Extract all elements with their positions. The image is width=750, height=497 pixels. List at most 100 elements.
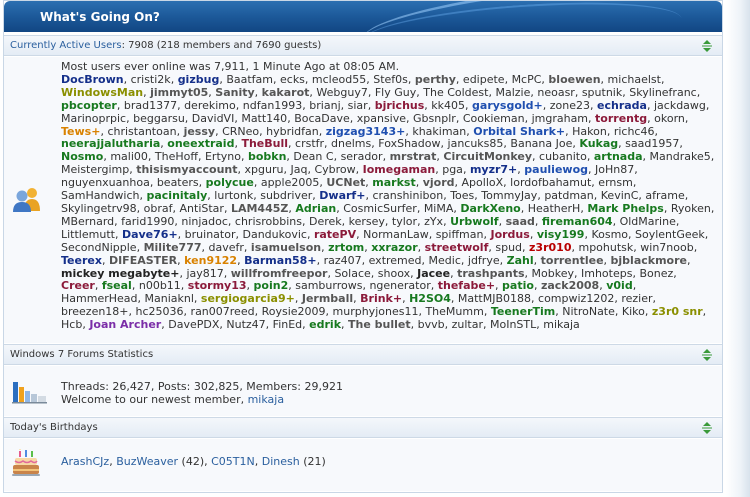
online-user-link[interactable]: KevinC: [601, 189, 639, 202]
online-user-link[interactable]: apple2005: [261, 176, 320, 189]
online-user-link[interactable]: Bonez: [639, 267, 673, 280]
collapse-icon[interactable]: [700, 421, 714, 435]
online-user-link[interactable]: christantoan: [107, 125, 176, 138]
online-user-link[interactable]: ApolloX: [462, 176, 504, 189]
online-user-link[interactable]: willfromfreepor: [231, 267, 328, 280]
online-user-link[interactable]: Jaq: [290, 163, 307, 176]
online-user-link[interactable]: Stef0s: [373, 73, 408, 86]
online-user-link[interactable]: Hakon: [572, 125, 607, 138]
online-user-link[interactable]: bruinator: [185, 228, 236, 241]
online-user-link[interactable]: Adrian: [295, 202, 336, 215]
online-user-link[interactable]: patio: [502, 279, 534, 292]
online-user-link[interactable]: TommyJay: [481, 189, 537, 202]
online-user-link[interactable]: Roysie2009: [262, 305, 326, 318]
online-user-link[interactable]: Cookieman: [463, 112, 525, 125]
online-user-link[interactable]: kk405: [431, 99, 465, 112]
online-user-link[interactable]: Nutz47: [226, 318, 265, 331]
online-user-link[interactable]: visy199: [537, 228, 585, 241]
online-user-link[interactable]: jay817: [186, 267, 223, 280]
online-user-link[interactable]: SecondNipple: [61, 241, 137, 254]
online-user-link[interactable]: DIFEASTER: [109, 254, 177, 267]
online-user-link[interactable]: UCNet: [326, 176, 365, 189]
online-user-link[interactable]: win7noob: [640, 241, 693, 254]
online-user-link[interactable]: xpguru: [245, 163, 284, 176]
online-user-link[interactable]: NormanLaw: [363, 228, 429, 241]
online-user-link[interactable]: samburrows: [295, 279, 362, 292]
online-user-link[interactable]: OldMarine: [620, 215, 676, 228]
online-user-link[interactable]: oneextraid: [167, 137, 234, 150]
online-user-link[interactable]: Hcb: [61, 318, 82, 331]
newest-member-link[interactable]: mikaja: [248, 393, 285, 406]
online-user-link[interactable]: garysgold+: [472, 99, 543, 112]
online-user-link[interactable]: khakiman: [412, 125, 466, 138]
online-user-link[interactable]: mcleod55: [312, 73, 366, 86]
online-user-link[interactable]: hybridfan: [266, 125, 319, 138]
online-user-link[interactable]: Ryoken: [671, 202, 711, 215]
online-user-link[interactable]: Skylingetrv98: [61, 202, 137, 215]
online-user-link[interactable]: Imhoteps: [581, 267, 632, 280]
birthday-member-link[interactable]: Dinesh: [262, 455, 300, 468]
online-user-link[interactable]: cubanito: [539, 150, 587, 163]
online-user-link[interactable]: Webguy7: [316, 86, 367, 99]
online-user-link[interactable]: xpansive: [357, 112, 406, 125]
online-user-link[interactable]: Sanity: [215, 86, 254, 99]
online-user-link[interactable]: streetwolf: [425, 241, 489, 254]
online-user-link[interactable]: pbcopter: [61, 99, 117, 112]
online-user-link[interactable]: patdman: [544, 189, 593, 202]
online-user-link[interactable]: ran007reed: [191, 305, 255, 318]
online-user-link[interactable]: sputnik: [582, 86, 622, 99]
online-user-link[interactable]: Kiko: [622, 305, 645, 318]
online-user-link[interactable]: Skylinefranc: [629, 86, 696, 99]
online-user-link[interactable]: mrstrat: [390, 150, 437, 163]
online-user-link[interactable]: fseal: [102, 279, 132, 292]
online-user-link[interactable]: SoylentGeek: [635, 228, 705, 241]
online-user-link[interactable]: FinEd: [273, 318, 303, 331]
online-user-link[interactable]: mickey megabyte+: [61, 267, 179, 280]
online-user-link[interactable]: Marinoprpic: [61, 112, 126, 125]
online-user-link[interactable]: The Coldest: [423, 86, 488, 99]
online-user-link[interactable]: lurtonk: [214, 189, 253, 202]
online-user-link[interactable]: torrentg: [595, 112, 647, 125]
online-user-link[interactable]: ndfan1993: [243, 99, 303, 112]
online-user-link[interactable]: TheHoff: [155, 150, 198, 163]
online-user-link[interactable]: spud: [495, 241, 522, 254]
online-user-link[interactable]: LAM445Z: [231, 202, 288, 215]
online-user-link[interactable]: Solace: [334, 267, 370, 280]
online-user-link[interactable]: bobkn: [248, 150, 286, 163]
online-user-link[interactable]: mali00: [110, 150, 148, 163]
online-user-link[interactable]: ken9122: [184, 254, 237, 267]
birthday-member-link[interactable]: ArashCJz: [61, 455, 109, 468]
online-user-link[interactable]: Fly Guy: [375, 86, 416, 99]
online-user-link[interactable]: kakarot: [262, 86, 310, 99]
online-user-link[interactable]: SamHandwich: [61, 189, 139, 202]
online-user-link[interactable]: Tews+: [61, 125, 100, 138]
online-user-link[interactable]: Orbital Shark+: [473, 125, 565, 138]
online-user-link[interactable]: breezen18+: [61, 305, 129, 318]
online-user-link[interactable]: Jacee: [417, 267, 450, 280]
online-user-link[interactable]: Kukag: [579, 137, 618, 150]
online-user-link[interactable]: beaters: [157, 176, 199, 189]
online-user-link[interactable]: Zahl: [507, 254, 534, 267]
online-user-link[interactable]: HeatherH: [528, 202, 581, 215]
online-user-link[interactable]: Littlemutt: [61, 228, 115, 241]
online-user-link[interactable]: Malzie: [495, 86, 530, 99]
online-user-link[interactable]: echrada: [597, 99, 647, 112]
online-user-link[interactable]: derekimo: [184, 99, 236, 112]
online-user-link[interactable]: H2SO4: [409, 292, 451, 305]
online-user-link[interactable]: Maniaknl: [145, 292, 194, 305]
online-user-link[interactable]: hc25036: [136, 305, 184, 318]
online-user-link[interactable]: zigzag3143+: [326, 125, 406, 138]
online-user-link[interactable]: neerajjalutharia: [61, 137, 160, 150]
online-user-link[interactable]: dnelms: [331, 137, 371, 150]
online-user-link[interactable]: MattMJB0188: [458, 292, 531, 305]
online-user-link[interactable]: pacinitaly: [146, 189, 207, 202]
online-user-link[interactable]: myzr7+: [470, 163, 517, 176]
online-user-link[interactable]: Baatfam: [226, 73, 273, 86]
collapse-icon[interactable]: [700, 39, 714, 53]
online-user-link[interactable]: tylor: [392, 215, 417, 228]
online-user-link[interactable]: MBernard: [61, 215, 114, 228]
online-user-link[interactable]: chrisrobbins: [235, 215, 302, 228]
online-user-link[interactable]: CRNeo: [222, 125, 259, 138]
online-user-link[interactable]: jmgraham: [532, 112, 588, 125]
online-user-link[interactable]: Mobkey: [532, 267, 574, 280]
